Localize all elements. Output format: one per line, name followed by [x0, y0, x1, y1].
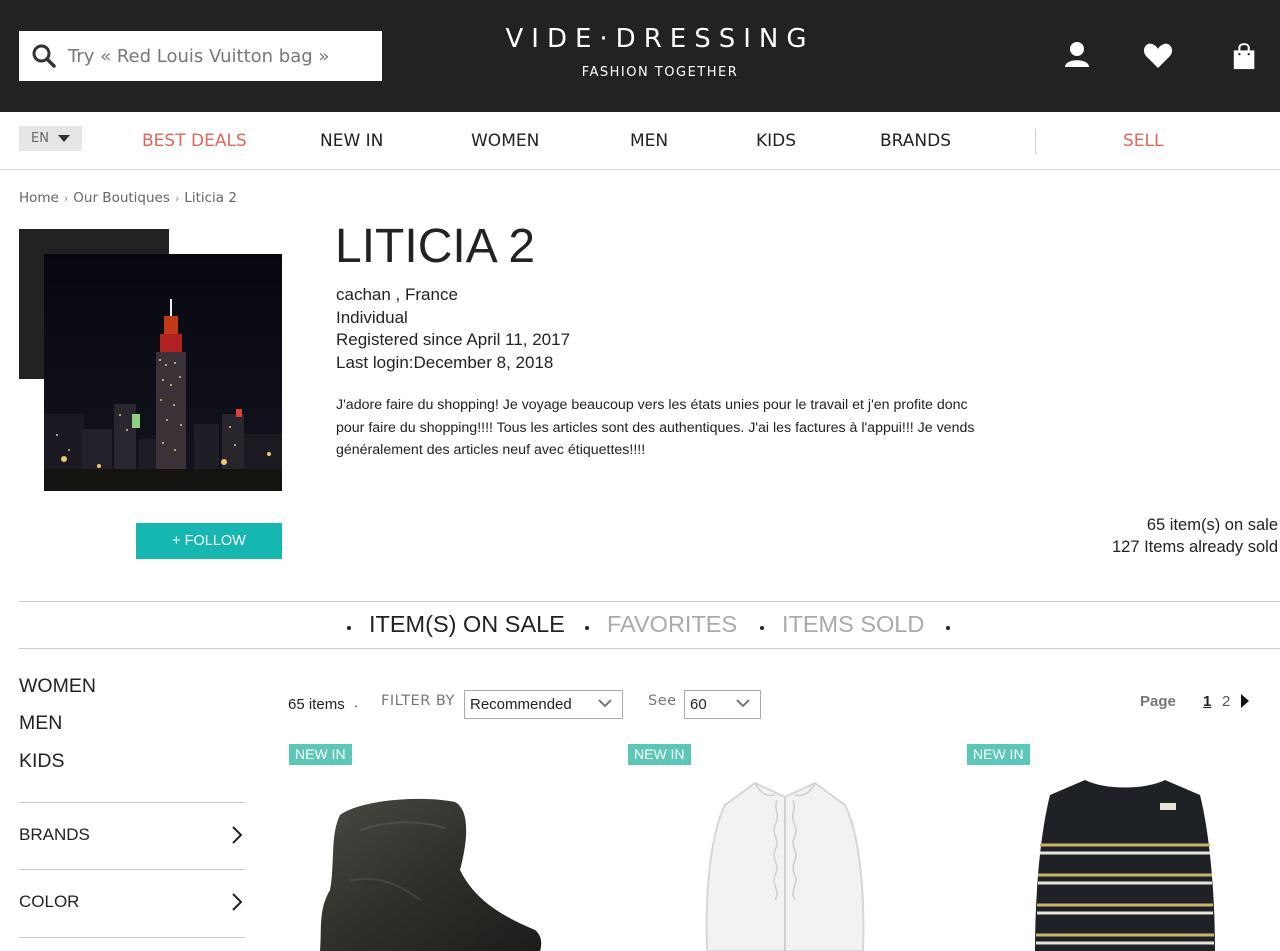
items-sold-count: 127 Items already sold	[1111, 538, 1278, 556]
boutique-registered: Registered since April 11, 2017	[336, 330, 571, 349]
filter-label: COLOR	[19, 892, 80, 911]
new-in-badge: NEW IN	[967, 744, 1030, 765]
chevron-right-icon: ›	[63, 191, 69, 205]
shopping-bag-icon[interactable]	[1231, 40, 1261, 72]
product-image-sweater[interactable]	[1030, 775, 1220, 951]
nav-women[interactable]: WOMEN	[471, 131, 539, 151]
breadcrumb-home[interactable]: Home	[19, 190, 59, 206]
sidebar-category-kids[interactable]: KIDS	[19, 750, 65, 773]
tab-items-on-sale[interactable]: ITEM(S) ON SALE	[369, 611, 565, 638]
logo-title: VIDE·DRESSING	[505, 24, 815, 54]
product-image-boot[interactable]	[300, 790, 560, 951]
tab-items-sold[interactable]: ITEMS SOLD	[782, 611, 924, 638]
heart-icon[interactable]	[1142, 40, 1174, 72]
boutique-stats: 65 item(s) on sale 127 Items already sol…	[1112, 514, 1278, 558]
search-icon	[32, 44, 56, 68]
page-link-2[interactable]: 2	[1222, 693, 1230, 710]
site-logo[interactable]: VIDE·DRESSING FASHION TOGETHER	[460, 24, 860, 80]
logo-tagline: FASHION TOGETHER	[581, 65, 739, 80]
chevron-right-icon	[232, 826, 243, 844]
chevron-down-icon	[57, 135, 70, 142]
boutique-last-login: Last login:December 8, 2018	[336, 352, 554, 372]
breadcrumb-boutiques[interactable]: Our Boutiques	[73, 190, 170, 206]
new-in-badge: NEW IN	[289, 744, 352, 765]
breadcrumb: Home › Our Boutiques › Liticia 2	[19, 190, 237, 206]
nav-brands[interactable]: BRANDS	[880, 131, 951, 151]
boutique-type: Individual	[336, 307, 408, 327]
see-label: See	[648, 693, 677, 709]
page-label: Page	[1140, 693, 1176, 710]
sidebar-divider	[19, 937, 245, 938]
chevron-down-icon	[598, 699, 612, 708]
nav-best-deals[interactable]: BEST DEALS	[142, 131, 247, 151]
page-link-1[interactable]: 1	[1203, 693, 1211, 710]
main-nav: EN BEST DEALS NEW IN WOMEN MEN KIDS BRAN…	[0, 112, 1280, 170]
nav-divider	[1035, 129, 1036, 154]
sidebar-divider	[19, 869, 245, 870]
new-in-badge: NEW IN	[628, 744, 691, 765]
product-image-blouse[interactable]	[695, 775, 875, 951]
tab-separator-dot	[347, 626, 351, 630]
tab-separator-dot	[760, 626, 764, 630]
nav-kids[interactable]: KIDS	[756, 131, 796, 151]
toolbar-dot: .	[354, 694, 359, 711]
sidebar-category-women[interactable]: WOMEN	[19, 675, 96, 698]
breadcrumb-current: Liticia 2	[184, 190, 237, 206]
user-icon[interactable]	[1062, 40, 1092, 72]
language-selector[interactable]: EN	[19, 126, 82, 151]
sidebar-filter-brands[interactable]: BRANDS	[19, 825, 245, 845]
chevron-down-icon	[736, 699, 750, 708]
chevron-right-icon: ›	[174, 191, 180, 205]
language-label: EN	[31, 131, 49, 146]
filter-label: BRANDS	[19, 825, 90, 844]
boutique-description: J'adore faire du shopping! Je voyage bea…	[336, 397, 975, 458]
filter-by-label: FILTER BY	[381, 693, 455, 709]
items-count: 65 items	[288, 696, 345, 713]
page-title: LITICIA 2	[335, 220, 536, 273]
next-page-arrow-icon[interactable]	[1241, 694, 1249, 708]
follow-button[interactable]: + FOLLOW	[136, 523, 282, 559]
sort-select-value: Recommended	[470, 696, 572, 713]
per-page-value: 60	[690, 696, 707, 713]
nav-sell[interactable]: SELL	[1123, 131, 1163, 151]
boutique-tabs: ITEM(S) ON SALE FAVORITES ITEMS SOLD	[19, 601, 1280, 649]
sidebar-category-men[interactable]: MEN	[19, 712, 62, 735]
tab-favorites[interactable]: FAVORITES	[607, 611, 737, 638]
per-page-select[interactable]: 60	[684, 690, 761, 719]
search-input[interactable]	[68, 45, 368, 67]
search-box[interactable]	[19, 31, 382, 81]
boutique-location: cachan , France	[336, 285, 458, 304]
tab-separator-dot	[585, 626, 589, 630]
items-on-sale-count: 65 item(s) on sale	[1146, 516, 1278, 534]
sidebar-divider	[19, 802, 245, 803]
avatar	[44, 254, 282, 491]
chevron-right-icon	[232, 893, 243, 911]
tab-separator-dot	[946, 626, 950, 630]
sort-select[interactable]: Recommended	[464, 690, 623, 719]
nav-men[interactable]: MEN	[630, 131, 668, 151]
boutique-info: cachan , France Individual Registered si…	[336, 284, 570, 374]
nav-new-in[interactable]: NEW IN	[320, 131, 383, 151]
top-header: VIDE·DRESSING FASHION TOGETHER	[0, 0, 1280, 112]
sidebar-filter-color[interactable]: COLOR	[19, 892, 245, 912]
